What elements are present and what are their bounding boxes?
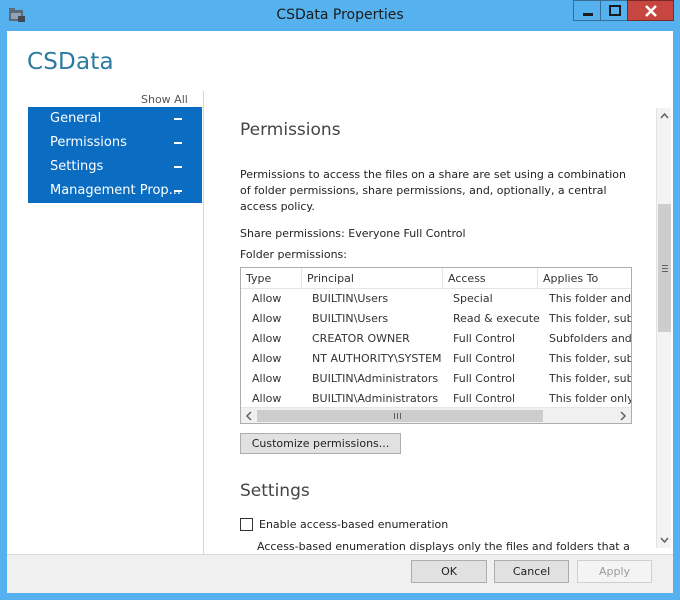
title-bar[interactable]: CSData Properties <box>0 0 680 31</box>
cell-applies-to: This folder, subf <box>549 372 631 385</box>
dialog-client-area: CSData Show All General Permissions Sett… <box>7 31 673 555</box>
sidebar-item-management-properties[interactable]: Management Prop... <box>28 179 202 203</box>
cancel-button[interactable]: Cancel <box>494 560 569 583</box>
permissions-description: Permissions to access the files on a sha… <box>240 168 626 213</box>
close-button[interactable] <box>627 0 674 21</box>
table-row[interactable]: Allow BUILTIN\Users Special This folder … <box>241 289 631 309</box>
cell-principal: BUILTIN\Users <box>312 312 389 325</box>
cell-applies-to: This folder, subf <box>549 312 631 325</box>
abe-checkbox[interactable] <box>240 518 253 531</box>
cell-principal: BUILTIN\Administrators <box>312 392 439 405</box>
cell-applies-to: This folder, subf <box>549 352 631 365</box>
cell-type: Allow <box>252 352 282 365</box>
horizontal-scrollbar[interactable] <box>241 407 631 423</box>
cell-principal: BUILTIN\Administrators <box>312 372 439 385</box>
table-row[interactable]: Allow NT AUTHORITY\SYSTEM Full Control T… <box>241 349 631 369</box>
scroll-up-icon[interactable] <box>657 108 672 124</box>
cell-principal: BUILTIN\Users <box>312 292 389 305</box>
cell-type: Allow <box>252 292 282 305</box>
collapse-icon[interactable] <box>174 142 182 144</box>
abe-description: Access-based enumeration displays only t… <box>257 540 630 553</box>
abe-label: Enable access-based enumeration <box>259 518 449 531</box>
column-header-access[interactable]: Access <box>443 268 538 289</box>
cell-type: Allow <box>252 392 282 405</box>
cell-access: Read & execute <box>453 312 540 325</box>
column-header-applies-to[interactable]: Applies To <box>538 268 631 289</box>
sidebar-item-general[interactable]: General <box>28 107 202 131</box>
collapse-icon[interactable] <box>174 166 182 168</box>
maximize-icon <box>609 5 621 16</box>
permissions-heading: Permissions <box>240 120 341 140</box>
minimize-button[interactable] <box>573 0 601 21</box>
collapse-icon[interactable] <box>174 190 182 192</box>
cell-applies-to: Subfolders and <box>549 332 631 345</box>
scroll-left-icon[interactable] <box>241 408 257 424</box>
cell-applies-to: This folder and <box>549 292 631 305</box>
table-row[interactable]: Allow BUILTIN\Users Read & execute This … <box>241 309 631 329</box>
share-permissions-value: Everyone Full Control <box>348 227 466 240</box>
column-header-principal[interactable]: Principal <box>302 268 443 289</box>
cell-access: Full Control <box>453 332 516 345</box>
scroll-down-icon[interactable] <box>657 532 672 548</box>
cell-type: Allow <box>252 332 282 345</box>
sidebar-item-label: Permissions <box>50 135 127 150</box>
apply-button[interactable]: Apply <box>577 560 652 583</box>
page-title: CSData <box>27 49 114 75</box>
cell-type: Allow <box>252 372 282 385</box>
vertical-scrollbar[interactable] <box>656 108 671 548</box>
column-header-type[interactable]: Type <box>241 268 302 289</box>
cell-principal: CREATOR OWNER <box>312 332 410 345</box>
sidebar-nav: General Permissions Settings Management … <box>28 107 202 203</box>
cell-access: Special <box>453 292 493 305</box>
cell-access: Full Control <box>453 372 516 385</box>
customize-permissions-button[interactable]: Customize permissions... <box>240 433 401 454</box>
dialog-footer: OK Cancel Apply <box>7 554 673 593</box>
collapse-icon[interactable] <box>174 118 182 120</box>
list-header: Type Principal Access Applies To <box>241 268 631 289</box>
scroll-right-icon[interactable] <box>615 408 631 424</box>
scrollbar-thumb[interactable] <box>658 204 671 332</box>
table-row[interactable]: Allow BUILTIN\Administrators Full Contro… <box>241 389 631 409</box>
sidebar-item-label: General <box>50 111 102 126</box>
minimize-icon <box>583 13 593 16</box>
settings-heading: Settings <box>240 481 310 501</box>
cell-principal: NT AUTHORITY\SYSTEM <box>312 352 442 365</box>
maximize-button[interactable] <box>600 0 628 21</box>
sidebar-item-label: Management Prop... <box>50 183 182 198</box>
ok-button[interactable]: OK <box>411 560 487 583</box>
show-all-link[interactable]: Show All <box>141 93 188 106</box>
folder-permissions-label: Folder permissions: <box>240 248 347 261</box>
cell-access: Full Control <box>453 392 516 405</box>
sidebar-item-label: Settings <box>50 159 104 174</box>
close-icon <box>645 5 657 17</box>
table-row[interactable]: Allow BUILTIN\Administrators Full Contro… <box>241 369 631 389</box>
table-row[interactable]: Allow CREATOR OWNER Full Control Subfold… <box>241 329 631 349</box>
sidebar-item-settings[interactable]: Settings <box>28 155 202 179</box>
cell-type: Allow <box>252 312 282 325</box>
share-permissions-label: Share permissions: <box>240 227 345 240</box>
folder-permissions-list[interactable]: Type Principal Access Applies To Allow B… <box>240 267 632 424</box>
sidebar-item-permissions[interactable]: Permissions <box>28 131 202 155</box>
cell-access: Full Control <box>453 352 516 365</box>
share-permissions-line: Share permissions: Everyone Full Control <box>240 227 466 240</box>
properties-window: CSData Properties CSData Show All Genera… <box>0 0 680 600</box>
cell-applies-to: This folder only <box>549 392 631 405</box>
nav-divider <box>203 91 204 555</box>
scrollbar-thumb[interactable] <box>257 410 543 422</box>
